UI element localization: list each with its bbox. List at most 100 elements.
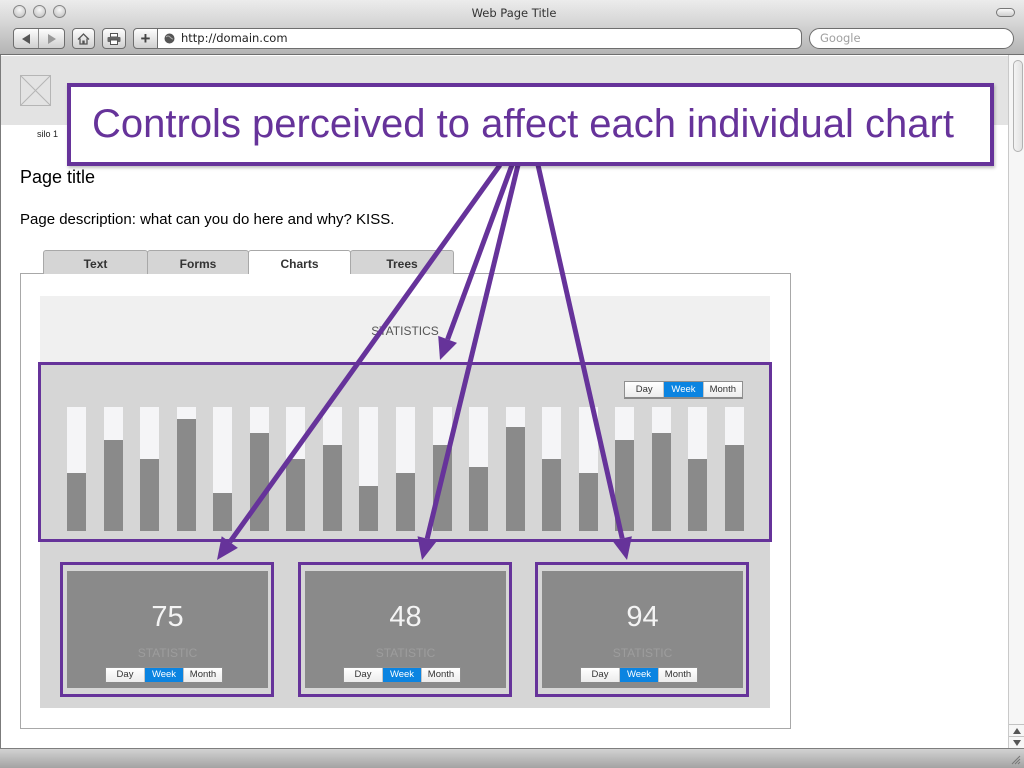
range-week-button[interactable]: Week: [620, 668, 659, 682]
stat-value: 48: [389, 601, 422, 633]
annotation-callout: Controls perceived to affect each indivi…: [67, 83, 994, 166]
home-button[interactable]: [72, 28, 95, 49]
bar-track: [688, 407, 708, 531]
bar-track: [615, 407, 635, 531]
bar-track: [359, 407, 379, 531]
bar: [322, 445, 342, 531]
add-bookmark-button[interactable]: +: [133, 28, 158, 49]
scroll-up-button[interactable]: [1009, 724, 1024, 736]
stat-label: STATISTIC: [375, 646, 436, 660]
range-month-button[interactable]: Month: [422, 668, 460, 682]
back-arrow-icon: [22, 33, 30, 44]
stat-card-2: 48 STATISTIC Day Week Month: [298, 562, 512, 697]
bar-track: [249, 407, 269, 531]
bar: [395, 472, 415, 531]
bar: [103, 440, 123, 531]
image-placeholder-icon: [20, 75, 51, 106]
bar-track: [505, 407, 525, 531]
main-bar-chart: [67, 407, 747, 531]
range-day-button[interactable]: Day: [625, 382, 665, 397]
bar-track: [395, 407, 415, 531]
bar: [176, 419, 196, 531]
range-day-button[interactable]: Day: [581, 668, 620, 682]
toolbar-toggle-button[interactable]: [996, 8, 1015, 17]
bar: [249, 433, 269, 531]
bar-track: [322, 407, 342, 531]
bar: [359, 486, 379, 531]
url-text: http://domain.com: [181, 31, 288, 45]
bar: [140, 459, 160, 531]
card-range-selector: Day Week Month: [343, 667, 461, 684]
bar-track: [724, 407, 744, 531]
bar-track: [286, 407, 306, 531]
stat-card-3: 94 STATISTIC Day Week Month: [535, 562, 749, 697]
scroll-down-icon: [1013, 739, 1021, 746]
scroll-up-icon: [1013, 727, 1021, 734]
bar-track: [542, 407, 562, 531]
bar-track: [469, 407, 489, 531]
window-border: [0, 55, 1, 748]
bar-track: [213, 407, 233, 531]
scroll-down-button[interactable]: [1009, 736, 1024, 748]
status-bar: [0, 748, 1024, 768]
bar-track: [651, 407, 671, 531]
bar-track: [432, 407, 452, 531]
bar: [469, 466, 489, 531]
vertical-scrollbar[interactable]: [1008, 55, 1024, 748]
stat-card-1: 75 STATISTIC Day Week Month: [60, 562, 274, 697]
stat-value: 94: [626, 601, 659, 633]
print-button[interactable]: [102, 28, 126, 49]
forward-button[interactable]: [39, 29, 64, 48]
bar: [286, 459, 306, 531]
range-month-button[interactable]: Month: [184, 668, 222, 682]
page-description: Page description: what can you do here a…: [20, 211, 395, 228]
tab-charts[interactable]: Charts: [248, 250, 351, 274]
range-day-button[interactable]: Day: [106, 668, 145, 682]
resize-grip-icon[interactable]: [1010, 754, 1021, 765]
range-week-button[interactable]: Week: [383, 668, 422, 682]
back-button[interactable]: [14, 29, 39, 48]
page-title: Page title: [20, 167, 96, 187]
bar: [505, 426, 525, 531]
search-placeholder: Google: [820, 31, 861, 45]
stat-value: 75: [151, 601, 184, 633]
url-input[interactable]: http://domain.com: [157, 28, 802, 49]
stat-label: STATISTIC: [612, 646, 673, 660]
annotation-text: Controls perceived to affect each indivi…: [92, 102, 954, 146]
nav-silo-1[interactable]: silo 1: [37, 129, 58, 139]
search-input[interactable]: Google: [809, 28, 1014, 49]
stat-label: STATISTIC: [137, 646, 198, 660]
bar: [578, 472, 598, 531]
card-range-selector: Day Week Month: [580, 667, 698, 684]
tab-trees[interactable]: Trees: [350, 250, 454, 274]
bar: [67, 472, 86, 531]
range-day-button[interactable]: Day: [344, 668, 383, 682]
print-icon: [107, 32, 121, 45]
range-week-button[interactable]: Week: [664, 382, 704, 397]
range-week-button[interactable]: Week: [145, 668, 184, 682]
bar-track: [176, 407, 196, 531]
bar-track: [140, 407, 160, 531]
bar: [724, 445, 744, 531]
bar: [688, 459, 708, 531]
browser-toolbar: Web Page Title + http://domain.com Googl…: [0, 0, 1024, 55]
tab-text[interactable]: Text: [43, 250, 148, 274]
globe-icon: [164, 33, 175, 44]
window-title: Web Page Title: [471, 6, 557, 20]
range-month-button[interactable]: Month: [659, 668, 697, 682]
home-icon: [77, 32, 90, 45]
bar-track: [103, 407, 123, 531]
main-chart-range-selector: Day Week Month: [624, 381, 743, 399]
forward-arrow-icon: [47, 33, 56, 44]
bar: [542, 459, 562, 531]
range-month-button[interactable]: Month: [703, 382, 742, 397]
bar: [432, 445, 452, 531]
bar: [213, 492, 233, 531]
bar-track: [67, 407, 86, 531]
bar: [615, 440, 635, 531]
bar-track: [578, 407, 598, 531]
scrollbar-thumb[interactable]: [1013, 60, 1023, 152]
bar: [651, 433, 671, 531]
tab-forms[interactable]: Forms: [147, 250, 249, 274]
back-forward-buttons: [13, 28, 65, 49]
